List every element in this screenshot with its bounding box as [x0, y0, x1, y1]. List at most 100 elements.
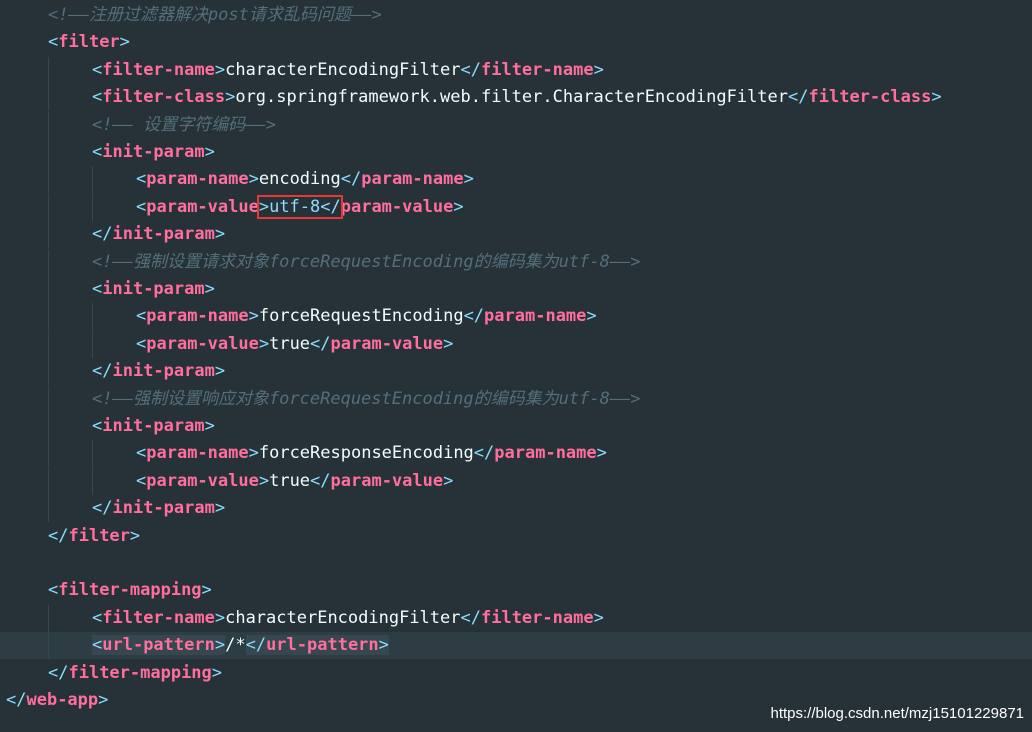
code-line[interactable]: <init-param>	[0, 139, 1032, 166]
indent-guide	[92, 467, 93, 495]
code-line[interactable]: </init-param>	[0, 495, 1032, 523]
tag-bracket: </	[6, 690, 27, 710]
tag-bracket: <	[92, 142, 103, 162]
tag-name: param-name	[361, 169, 464, 190]
code-line[interactable]: <filter-name>characterEncodingFilter</fi…	[0, 604, 1032, 632]
code-line[interactable]: <param-name>forceResponseEncoding</param…	[0, 440, 1032, 468]
tag-name: param-name	[494, 443, 597, 464]
tag-bracket: >	[258, 333, 270, 354]
code-line-content: </web-app>	[6, 687, 108, 714]
tag-bracket: </	[92, 361, 113, 382]
tag-bracket: >	[129, 525, 141, 546]
indent-guide	[48, 303, 49, 331]
code-comment: <!——强制设置响应对象forceRequestEncoding的编码集为utf…	[92, 388, 641, 409]
watermark: https://blog.csdn.net/mzj15101229871	[770, 705, 1024, 722]
tag-bracket: >	[931, 87, 942, 108]
code-comment: <!——强制设置请求对象forceRequestEncoding的编码集为utf…	[92, 251, 641, 272]
code-line[interactable]: <param-name>encoding</param-name>	[0, 166, 1032, 194]
tag-name: filter-mapping	[68, 662, 212, 683]
tag-bracket: </	[92, 224, 113, 245]
code-line-content: <param-name>forceResponseEncoding</param…	[136, 440, 607, 467]
code-line-content: </init-param>	[92, 495, 225, 522]
code-line[interactable]: <!——强制设置请求对象forceRequestEncoding的编码集为utf…	[0, 248, 1032, 276]
tag-bracket: >	[204, 142, 215, 162]
code-line[interactable]: <filter-name>characterEncodingFilter</fi…	[0, 56, 1032, 84]
code-line[interactable]: <param-name>forceRequestEncoding</param-…	[0, 303, 1032, 331]
tag-bracket: >	[204, 279, 215, 299]
tag-text: /*	[225, 635, 246, 656]
indent-guide	[48, 413, 49, 440]
code-line[interactable]: <filter>	[0, 29, 1032, 56]
tag-text: true	[269, 333, 311, 354]
code-line-content: <filter-name>characterEncodingFilter</fi…	[92, 605, 604, 632]
tag-bracket: <	[92, 279, 103, 299]
tag-bracket: </	[48, 525, 69, 546]
tag-bracket: </	[245, 635, 267, 656]
indent-guide	[48, 276, 49, 303]
tag-name: init-param	[112, 361, 215, 382]
tag-bracket: >	[204, 416, 215, 436]
tag-bracket: >	[443, 333, 454, 354]
code-line-content: <init-param>	[92, 276, 215, 303]
code-line[interactable]: <param-value>utf-8</param-value>	[0, 193, 1032, 221]
code-line-content: </init-param>	[92, 358, 225, 385]
tag-bracket: <	[92, 635, 103, 656]
code-editor[interactable]: </web-app> </filter-mapping> <url-pattern>…	[0, 0, 1032, 732]
tag-name: param-name	[146, 306, 249, 327]
code-line-content: <param-name>encoding</param-name>	[136, 166, 474, 193]
code-comment: <!—— 设置字符编码——>	[92, 114, 276, 135]
tag-bracket: </	[463, 306, 485, 327]
code-line[interactable]: <filter-mapping>	[0, 577, 1032, 604]
indent-guide	[48, 166, 49, 194]
code-line[interactable]: </filter>	[0, 523, 1032, 550]
code-line[interactable]: <url-pattern>/*</url-pattern>	[0, 632, 1032, 660]
indent-guide	[48, 467, 49, 495]
tag-bracket: >	[443, 470, 454, 491]
code-line[interactable]: <filter-class>org.springframework.web.fi…	[0, 84, 1032, 112]
tag-bracket: </	[48, 662, 69, 683]
code-line[interactable]: <param-value>true</param-value>	[0, 467, 1032, 495]
tag-text: characterEncodingFilter	[225, 607, 461, 628]
tag-bracket: >	[453, 196, 464, 217]
code-line[interactable]: </init-param>	[0, 221, 1032, 249]
indent-guide	[48, 330, 49, 358]
tag-bracket: <	[92, 607, 103, 628]
tag-bracket: <	[136, 443, 147, 464]
tag-bracket: >	[98, 690, 109, 710]
code-line[interactable]: <init-param>	[0, 276, 1032, 303]
code-line-content: </init-param>	[92, 221, 225, 248]
tag-text: forceResponseEncoding	[258, 443, 474, 464]
code-line[interactable]: </init-param>	[0, 358, 1032, 386]
code-line-content: <!——强制设置响应对象forceRequestEncoding的编码集为utf…	[92, 386, 641, 413]
tag-text: encoding	[258, 169, 341, 190]
indent-guide	[48, 604, 49, 632]
tag-name: init-param	[102, 279, 205, 299]
code-line[interactable]: <!——强制设置响应对象forceRequestEncoding的编码集为utf…	[0, 385, 1032, 413]
indent-guide	[92, 303, 93, 331]
indent-guide	[48, 221, 49, 249]
code-line[interactable]: <!—— 设置字符编码——>	[0, 111, 1032, 139]
tag-bracket: >	[119, 32, 130, 53]
code-line[interactable]	[0, 550, 1032, 577]
code-line[interactable]: </filter-mapping>	[0, 660, 1032, 687]
indent-guide	[92, 440, 93, 468]
code-line[interactable]: <init-param>	[0, 413, 1032, 440]
code-line[interactable]: <param-value>true</param-value>	[0, 330, 1032, 358]
tag-name: filter-name	[480, 607, 594, 628]
tag-name: param-value	[330, 470, 444, 491]
tag-bracket: >	[258, 470, 270, 491]
indent-guide	[48, 139, 49, 166]
tag-bracket: >	[214, 361, 226, 382]
code-line-content: <init-param>	[92, 139, 215, 166]
indent-guide	[48, 632, 49, 660]
tag-bracket: </	[310, 333, 331, 354]
code-line-content: <param-value>utf-8</param-value>	[136, 194, 464, 221]
code-line-content: <param-value>true</param-value>	[136, 331, 453, 358]
tag-name: init-param	[112, 224, 215, 245]
code-line[interactable]: <!——注册过滤器解决post请求乱码问题——>	[0, 2, 1032, 29]
tag-bracket: >	[211, 662, 223, 683]
indent-guide	[48, 358, 49, 386]
tag-bracket: </	[460, 59, 481, 80]
indent-guide	[48, 56, 49, 84]
tag-bracket: </	[460, 607, 481, 628]
